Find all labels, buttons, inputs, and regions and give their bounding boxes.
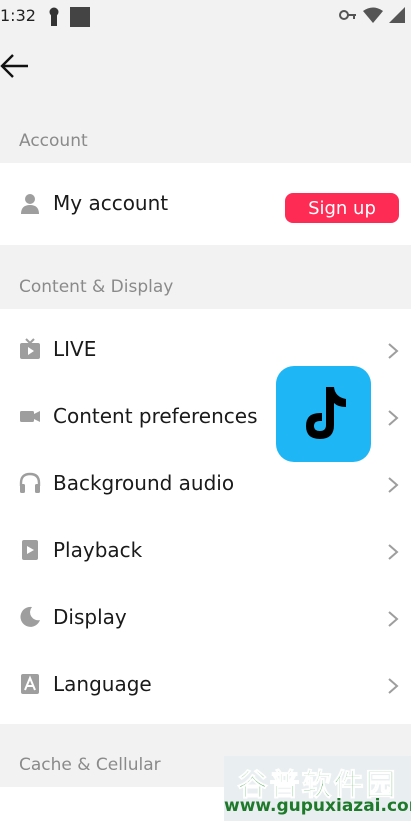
row-display[interactable]: Display bbox=[0, 587, 411, 647]
watermark: 谷普软件园 www.gupuxiazai.com bbox=[224, 756, 411, 821]
section-label-cache-cellular: Cache & Cellular bbox=[19, 755, 161, 775]
chevron-right-icon bbox=[388, 611, 399, 627]
moon-icon bbox=[19, 606, 41, 628]
chevron-right-icon bbox=[388, 544, 399, 560]
square-icon bbox=[70, 7, 90, 27]
chevron-right-icon bbox=[388, 678, 399, 694]
person-icon bbox=[19, 193, 41, 215]
row-language-label: Language bbox=[53, 672, 152, 696]
row-background-audio[interactable]: Background audio bbox=[0, 453, 411, 513]
section-label-account: Account bbox=[19, 131, 88, 151]
row-language[interactable]: Language bbox=[0, 654, 411, 714]
chevron-right-icon bbox=[388, 343, 399, 359]
status-left-icons bbox=[48, 7, 90, 27]
play-box-icon bbox=[19, 539, 41, 561]
section-label-content-display: Content & Display bbox=[19, 277, 174, 297]
row-content-preferences-label: Content preferences bbox=[53, 404, 258, 428]
my-account-label: My account bbox=[53, 191, 169, 215]
chevron-right-icon bbox=[388, 410, 399, 426]
row-background-audio-label: Background audio bbox=[53, 471, 235, 495]
header bbox=[0, 34, 411, 104]
status-right-icons bbox=[339, 7, 405, 23]
sign-up-button[interactable]: Sign up bbox=[285, 193, 399, 223]
watermark-url: www.gupuxiazai.com bbox=[224, 796, 411, 816]
letter-a-icon bbox=[19, 673, 41, 695]
status-bar: 1:32 bbox=[0, 0, 411, 34]
keyhole-icon bbox=[49, 7, 59, 26]
headphones-icon bbox=[19, 472, 41, 494]
row-live-label: LIVE bbox=[53, 337, 97, 361]
tv-icon bbox=[19, 338, 41, 360]
row-display-label: Display bbox=[53, 605, 127, 629]
signal-icon bbox=[389, 7, 405, 23]
row-playback-label: Playback bbox=[53, 538, 143, 562]
back-button[interactable] bbox=[0, 52, 32, 80]
video-camera-icon bbox=[19, 405, 41, 427]
account-card: My account Sign up bbox=[0, 163, 411, 245]
chevron-right-icon bbox=[388, 477, 399, 493]
vpn-key-icon bbox=[339, 10, 356, 20]
tiktok-logo-icon bbox=[276, 366, 371, 462]
row-playback[interactable]: Playback bbox=[0, 520, 411, 580]
arrow-left-icon bbox=[0, 54, 28, 78]
status-time: 1:32 bbox=[0, 6, 36, 25]
wifi-icon bbox=[363, 7, 383, 23]
